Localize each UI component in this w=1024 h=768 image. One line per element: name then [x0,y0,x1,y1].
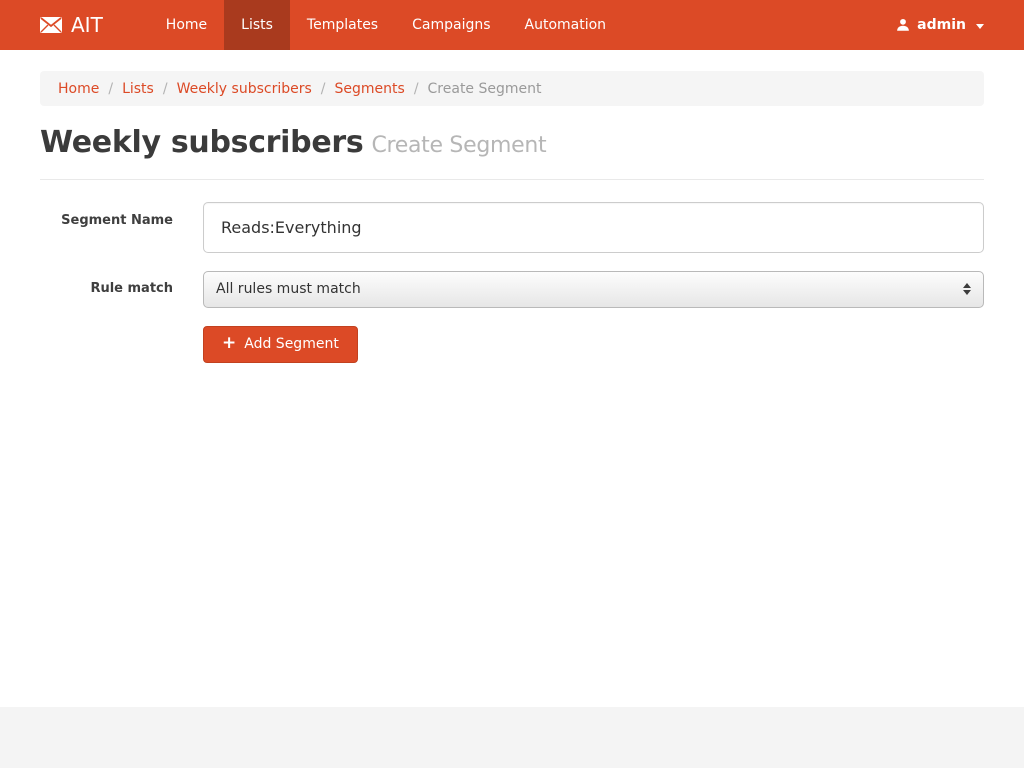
nav-item-automation[interactable]: Automation [508,0,624,50]
nav-items: Home Lists Templates Campaigns Automatio… [149,0,623,50]
segment-name-label: Segment Name [61,212,173,228]
brand-logo[interactable]: AIT [40,0,103,50]
navbar: AIT Home Lists Templates Campaigns Autom… [0,0,1024,50]
rule-match-wrap: All rules must match [203,270,984,308]
create-segment-form: Segment Name Rule match All rules must m… [40,201,984,363]
divider [40,178,984,180]
segment-name-input[interactable] [203,201,984,253]
page-title: Weekly subscribers Create Segment [40,124,984,162]
breadcrumb-current: Create Segment [427,80,542,97]
page-content: Home / Lists / Weekly subscribers / Segm… [0,50,1024,707]
envelope-icon [40,17,62,33]
nav-item-lists[interactable]: Lists [224,0,290,50]
user-menu[interactable]: admin [896,0,984,50]
breadcrumb-link-weekly-subscribers[interactable]: Weekly subscribers [177,81,312,97]
page-header: Weekly subscribers Create Segment [40,124,984,162]
segment-name-row: Segment Name [40,201,984,253]
breadcrumb-separator: / [413,80,419,97]
add-segment-button[interactable]: + Add Segment [203,325,358,363]
breadcrumb-link-segments[interactable]: Segments [335,81,405,97]
page-title-text: Weekly subscribers [40,125,364,160]
nav-item-home[interactable]: Home [149,0,224,50]
rule-match-row: Rule match All rules must match [40,270,984,308]
user-icon [896,18,910,32]
user-name: admin [917,17,966,33]
footer [0,707,1024,768]
add-segment-button-label: Add Segment [244,336,339,352]
breadcrumb-separator: / [162,80,168,97]
caret-down-icon [976,23,984,29]
rule-match-label: Rule match [90,280,173,296]
breadcrumb-link-lists[interactable]: Lists [122,81,154,97]
breadcrumb-link-home[interactable]: Home [58,81,99,97]
segment-name-wrap [203,201,984,253]
brand-text: AIT [71,13,103,37]
nav-item-campaigns[interactable]: Campaigns [395,0,507,50]
breadcrumb-separator: / [108,80,114,97]
breadcrumb-separator: / [320,80,326,97]
breadcrumb: Home / Lists / Weekly subscribers / Segm… [40,71,984,106]
button-row: + Add Segment [203,325,984,363]
page-subtitle: Create Segment [371,133,547,158]
plus-icon: + [222,333,237,353]
rule-match-select[interactable]: All rules must match [203,270,984,308]
nav-item-templates[interactable]: Templates [290,0,395,50]
